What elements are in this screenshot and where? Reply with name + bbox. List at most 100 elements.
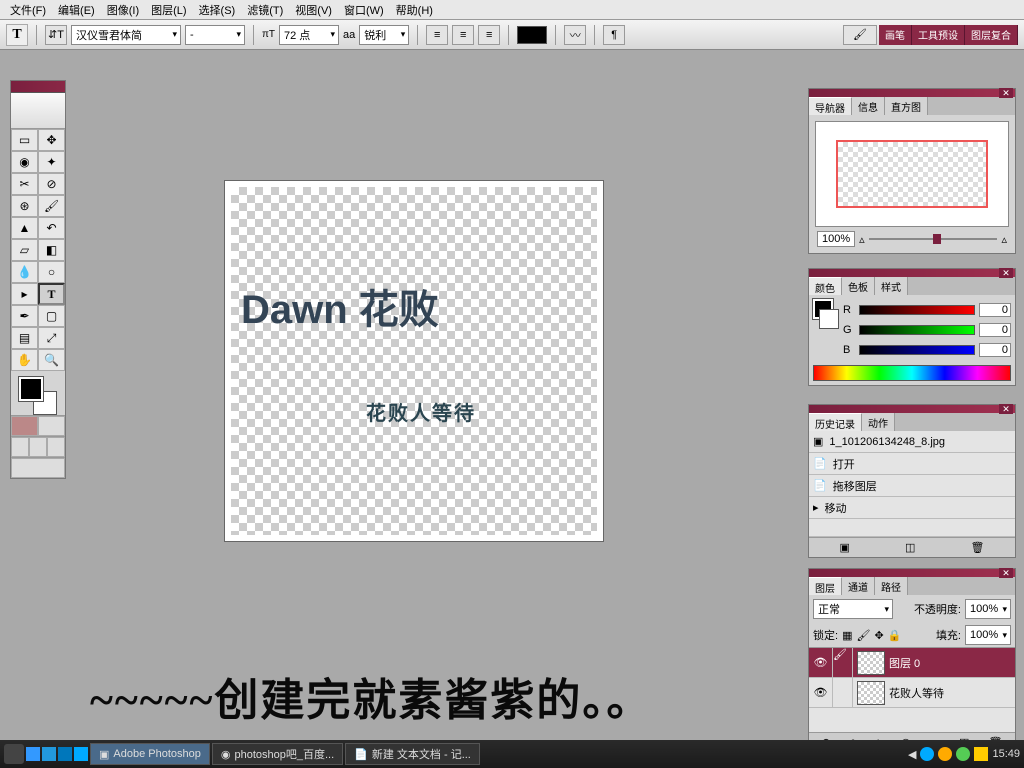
brush-tool-icon[interactable]: 🖌 [38, 195, 65, 217]
fill-input[interactable]: 100% [965, 625, 1011, 645]
zoom-out-icon[interactable]: ▵ [859, 233, 865, 246]
actions-tab[interactable]: 动作 [862, 413, 895, 431]
crop-tool-icon[interactable]: ✂ [11, 173, 38, 195]
taskbar-item[interactable]: ◉photoshop吧_百度... [212, 743, 343, 765]
layers-tab[interactable]: 图层 [809, 577, 842, 595]
standard-mode-icon[interactable] [11, 416, 38, 436]
layer-row[interactable]: 👁 🖌 图层 0 [809, 648, 1015, 678]
swatches-tab[interactable]: 色板 [842, 277, 875, 295]
start-button-icon[interactable] [4, 744, 24, 764]
pen-tool-icon[interactable]: ✒ [11, 305, 38, 327]
taskbar-item[interactable]: 📄新建 文本文档 - 记... [345, 743, 480, 765]
color-picker[interactable] [11, 371, 65, 415]
layer-name[interactable]: 图层 0 [889, 655, 920, 671]
tray-icon[interactable] [974, 747, 988, 761]
visibility-icon[interactable]: 👁 [809, 678, 833, 708]
screen-mode-2-icon[interactable] [29, 437, 47, 457]
lasso-tool-icon[interactable]: ◉ [11, 151, 38, 173]
presets-tab[interactable]: 工具预设 [912, 25, 965, 45]
link-icon[interactable]: 🖌 [833, 648, 853, 678]
comps-tab[interactable]: 图层复合 [965, 25, 1018, 45]
quickmask-mode-icon[interactable] [38, 416, 65, 436]
layer-thumbnail[interactable] [857, 651, 885, 675]
new-snapshot-icon[interactable]: ◫ [905, 541, 915, 554]
move-tool-icon[interactable]: ✥ [38, 129, 65, 151]
layer-row[interactable]: 👁 花败人等待 [809, 678, 1015, 708]
close-icon[interactable]: ✕ [999, 404, 1013, 414]
channels-tab[interactable]: 通道 [842, 577, 875, 595]
history-snapshot[interactable]: ▣1_101206134248_8.jpg [809, 431, 1015, 453]
history-item[interactable]: 📄打开 [809, 453, 1015, 475]
opacity-input[interactable]: 100% [965, 599, 1011, 619]
quicklaunch-icon[interactable] [26, 747, 40, 761]
close-icon[interactable]: ✕ [999, 88, 1013, 98]
history-brush-icon[interactable]: ↶ [38, 217, 65, 239]
palette-toggle-icon[interactable]: 🖌 [843, 25, 877, 45]
navigator-thumbnail[interactable] [815, 121, 1009, 227]
brushes-tab[interactable]: 画笔 [879, 25, 912, 45]
eyedropper-icon[interactable]: ⤢ [38, 327, 65, 349]
font-weight-select[interactable]: - [185, 25, 245, 45]
tray-icon[interactable] [956, 747, 970, 761]
lock-pos-icon[interactable]: ✥ [874, 629, 883, 642]
slice-tool-icon[interactable]: ⊘ [38, 173, 65, 195]
type-tool-icon[interactable]: T [38, 283, 65, 305]
tray-icon[interactable]: ◀ [908, 748, 916, 761]
menu-view[interactable]: 视图(V) [289, 2, 338, 18]
clock[interactable]: 15:49 [992, 748, 1020, 760]
lock-trans-icon[interactable]: ▦ [842, 629, 852, 642]
menu-image[interactable]: 图像(I) [101, 2, 145, 18]
zoom-tool-icon[interactable]: 🔍 [38, 349, 65, 371]
shape-tool-icon[interactable]: ▢ [38, 305, 65, 327]
eraser-tool-icon[interactable]: ▱ [11, 239, 38, 261]
paths-tab[interactable]: 路径 [875, 577, 908, 595]
lock-all-icon[interactable]: 🔒 [888, 629, 902, 642]
wand-tool-icon[interactable]: ✦ [38, 151, 65, 173]
b-slider[interactable] [859, 345, 975, 355]
dodge-tool-icon[interactable]: ○ [38, 261, 65, 283]
histogram-tab[interactable]: 直方图 [885, 97, 928, 115]
zoom-value[interactable]: 100% [817, 231, 855, 247]
r-input[interactable]: 0 [979, 303, 1011, 317]
document-canvas[interactable]: Dawn 花败 花败人等待 [224, 180, 604, 542]
path-select-icon[interactable]: ▸ [11, 283, 38, 305]
marquee-tool-icon[interactable]: ▭ [11, 129, 38, 151]
menu-filter[interactable]: 滤镜(T) [241, 2, 289, 18]
heal-tool-icon[interactable]: ⊛ [11, 195, 38, 217]
info-tab[interactable]: 信息 [852, 97, 885, 115]
close-icon[interactable]: ✕ [999, 568, 1013, 578]
g-slider[interactable] [859, 325, 975, 335]
font-family-select[interactable]: 汉仪雪君体简 [71, 25, 181, 45]
notes-tool-icon[interactable]: ▤ [11, 327, 38, 349]
zoom-slider[interactable] [869, 238, 998, 240]
styles-tab[interactable]: 样式 [875, 277, 908, 295]
gradient-tool-icon[interactable]: ◧ [38, 239, 65, 261]
align-left-icon[interactable]: ≡ [426, 25, 448, 45]
align-center-icon[interactable]: ≡ [452, 25, 474, 45]
text-color-swatch[interactable] [517, 26, 547, 44]
r-slider[interactable] [859, 305, 975, 315]
tray-icon[interactable] [920, 747, 934, 761]
trash-icon[interactable]: 🗑 [970, 541, 984, 554]
layer-thumbnail[interactable] [857, 681, 885, 705]
blend-mode-select[interactable]: 正常 [813, 599, 893, 619]
screen-mode-1-icon[interactable] [11, 437, 29, 457]
imageready-icon[interactable] [11, 458, 65, 478]
tray-icon[interactable] [938, 747, 952, 761]
font-size-select[interactable]: 72 点 [279, 25, 339, 45]
quicklaunch-icon[interactable] [42, 747, 56, 761]
menu-layer[interactable]: 图层(L) [145, 2, 192, 18]
menu-select[interactable]: 选择(S) [193, 2, 242, 18]
align-right-icon[interactable]: ≡ [478, 25, 500, 45]
new-doc-icon[interactable]: ▣ [840, 541, 850, 554]
toolbox-header[interactable] [11, 81, 65, 93]
color-tab[interactable]: 颜色 [809, 277, 842, 295]
fg-color-swatch[interactable] [19, 377, 43, 401]
history-item[interactable]: ▸移动 [809, 497, 1015, 519]
history-item[interactable]: 📄拖移图层 [809, 475, 1015, 497]
antialias-select[interactable]: 锐利 [359, 25, 409, 45]
spectrum-picker[interactable] [813, 365, 1011, 381]
color-bg-swatch[interactable] [819, 309, 839, 329]
history-tab[interactable]: 历史记录 [809, 413, 862, 431]
navigator-tab[interactable]: 导航器 [809, 97, 852, 115]
